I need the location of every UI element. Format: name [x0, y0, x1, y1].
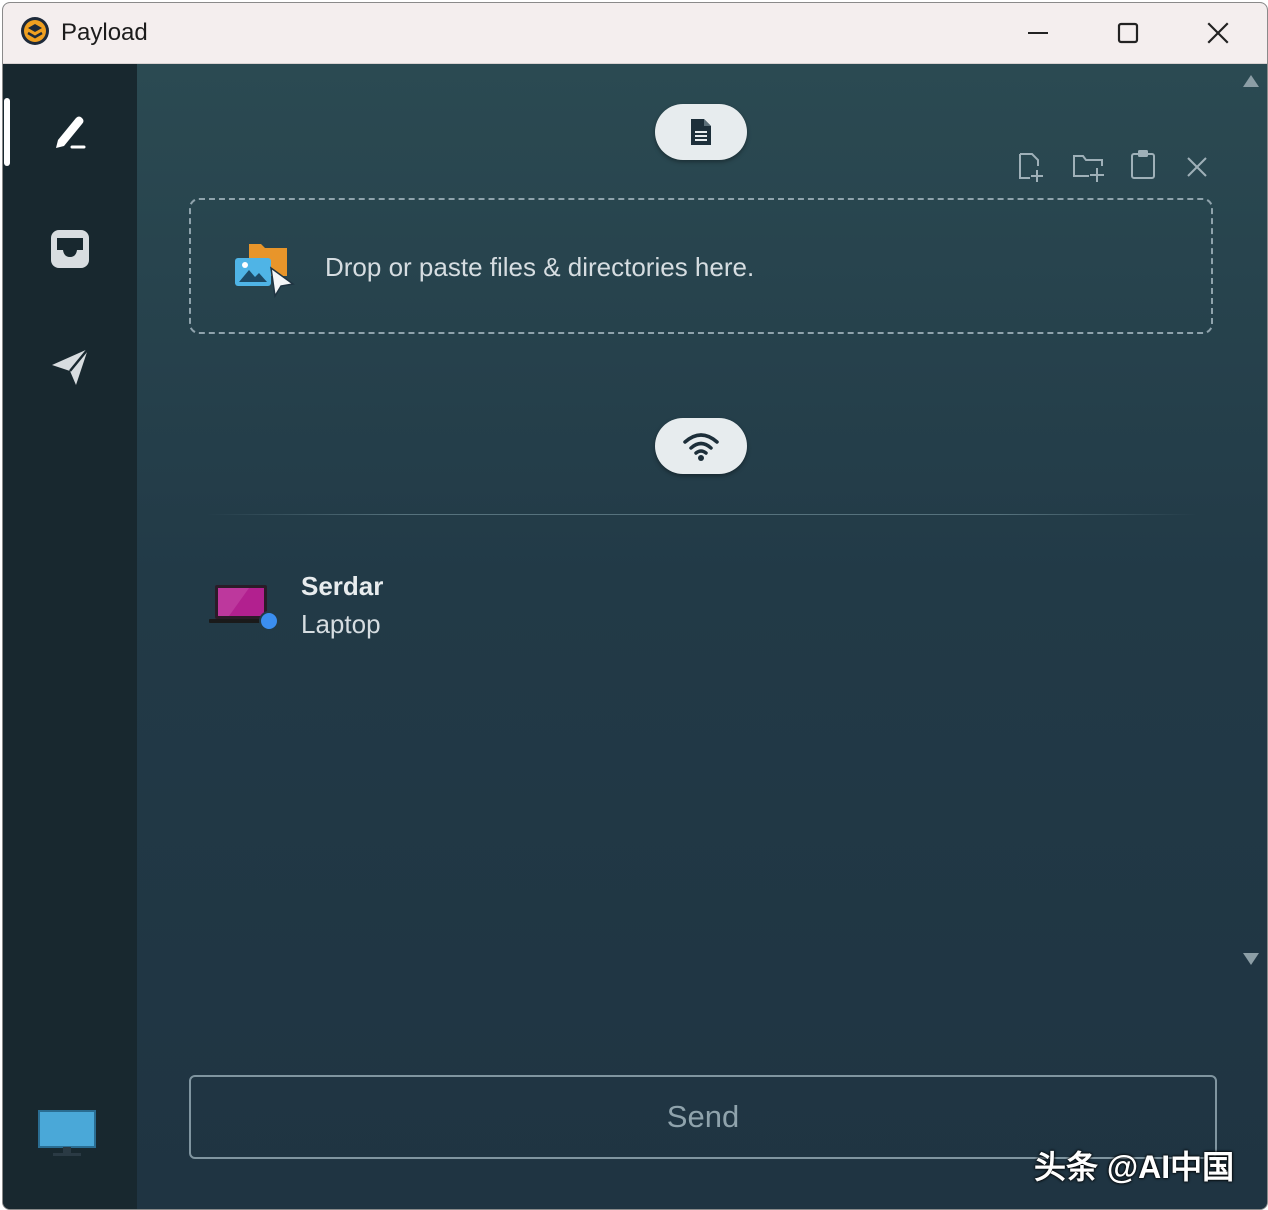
- sidebar-item-send-compose[interactable]: [3, 77, 137, 187]
- minimize-icon: [1028, 32, 1048, 34]
- add-file-button[interactable]: [1013, 149, 1049, 185]
- scroll-down-icon[interactable]: [1241, 951, 1261, 967]
- title-bar: Payload: [3, 3, 1267, 64]
- monitor-icon[interactable]: [37, 1109, 101, 1159]
- clear-icon: [1187, 157, 1207, 177]
- maximize-button[interactable]: [1083, 3, 1173, 63]
- minimize-button[interactable]: [993, 3, 1083, 63]
- paste-clipboard-button[interactable]: [1125, 146, 1161, 182]
- section-divider: [207, 514, 1197, 515]
- wifi-icon: [683, 433, 719, 461]
- main-panel: Drop or paste files & directories here. …: [137, 64, 1267, 1209]
- sidebar-item-sent[interactable]: [3, 312, 137, 422]
- add-folder-icon: [1073, 155, 1104, 182]
- pencil-icon: [56, 116, 86, 149]
- maximize-icon: [1117, 22, 1139, 44]
- document-icon: [691, 119, 711, 145]
- device-type: Laptop: [301, 609, 381, 639]
- discovery-refresh-button[interactable]: [655, 418, 747, 474]
- window-title: Payload: [61, 19, 148, 46]
- files-toggle-button[interactable]: [655, 104, 747, 160]
- sidebar-item-receive[interactable]: [3, 194, 137, 304]
- close-window-button[interactable]: [1173, 3, 1263, 63]
- scroll-up-icon[interactable]: [1241, 73, 1261, 89]
- paper-plane-icon: [52, 348, 89, 385]
- app-window: Payload Drop or paste files & directorie…: [2, 2, 1268, 1210]
- dropzone-text: Drop or paste files & directories here.: [325, 252, 755, 282]
- add-file-icon: [1019, 153, 1043, 182]
- list-item-device[interactable]: Serdar Laptop: [197, 559, 597, 649]
- payload-logo-icon: [21, 17, 49, 45]
- clear-files-button[interactable]: [1179, 149, 1215, 185]
- files-drop-icon: [235, 244, 295, 298]
- device-name: Serdar: [301, 571, 384, 601]
- laptop-icon: [209, 585, 279, 631]
- close-icon: [1207, 22, 1229, 44]
- clipboard-icon: [1131, 150, 1155, 179]
- sidebar: [3, 64, 137, 1209]
- file-dropzone[interactable]: Drop or paste files & directories here.: [189, 198, 1213, 334]
- add-folder-button[interactable]: [1071, 149, 1107, 185]
- watermark-text: 头条 @AI中国: [1034, 1149, 1235, 1185]
- inbox-icon: [51, 230, 89, 268]
